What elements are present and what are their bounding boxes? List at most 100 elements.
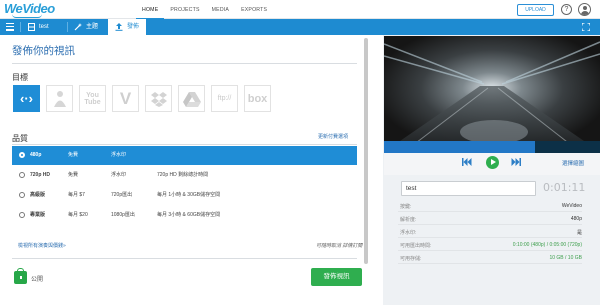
quality-row-480p[interactable]: 480p 免費 浮水印 — [12, 146, 357, 165]
title-divider — [12, 63, 357, 64]
project-name-item[interactable]: test — [28, 19, 49, 35]
info-label: 可用匯出時間: — [400, 243, 432, 249]
help-icon[interactable]: ? — [561, 4, 572, 15]
toolbar-separator — [67, 22, 68, 32]
quality-row-720p[interactable]: 720p HD 免費 浮水印 720p HD 剩餘總計時間 — [12, 166, 357, 185]
quality-name: 720p HD — [30, 172, 51, 178]
destination-title: 目標 — [12, 73, 28, 82]
playback-progress-fill — [384, 141, 536, 153]
upload-button[interactable]: UPLOAD — [517, 4, 554, 16]
person-icon — [53, 90, 66, 107]
info-value: 0:10:00 (480p) / 0:05:00 (720p) — [512, 242, 582, 248]
info-label: 可用存儲: — [400, 256, 422, 262]
destination-person[interactable] — [46, 85, 73, 112]
destination-youtube[interactable]: You Tube — [79, 85, 106, 112]
info-row-storage: 可用存儲: 10 GB / 10 GB — [398, 251, 582, 264]
box-icon: box — [247, 92, 268, 105]
lock-icon[interactable] — [14, 268, 27, 284]
quality-row-premium[interactable]: 高級版 每月 $7 720p匯出 每月 1小時 & 30GB儲存空間 — [12, 186, 357, 205]
google-drive-icon — [182, 91, 201, 107]
theme-label: 主題 — [86, 24, 99, 30]
nav-projects[interactable]: PROJECTS — [164, 0, 205, 19]
quality-feature: 浮水印 — [111, 172, 127, 178]
quality-feature: 720p匯出 — [111, 192, 133, 198]
info-value: WeVideo — [561, 203, 582, 209]
youtube-icon: You Tube — [84, 91, 101, 106]
wevideo-icon: ‹·› — [20, 91, 33, 106]
video-title-input[interactable]: test — [401, 181, 536, 196]
video-duration: 0:01:11 — [543, 181, 586, 194]
main-nav: HOME PROJECTS MEDIA EXPORTS — [136, 0, 273, 19]
quality-divider — [12, 144, 357, 145]
destination-box[interactable]: box — [244, 85, 271, 112]
destination-vimeo[interactable]: V — [112, 85, 139, 112]
quality-radio[interactable] — [19, 172, 25, 178]
ftp-icon: ftp:// — [217, 95, 232, 102]
info-label: 按鍵: — [400, 204, 412, 210]
tab-publish[interactable]: 發佈 — [108, 19, 147, 35]
quality-description: 720p HD 剩餘總計時間 — [157, 172, 209, 178]
info-row-watermark: 浮水印: 是 — [398, 225, 582, 238]
skip-forward-icon[interactable] — [511, 158, 521, 166]
view-all-plans-link[interactable]: 檢視所有演奏與價錢» — [18, 242, 66, 249]
quality-radio[interactable] — [19, 212, 25, 218]
playback-progress-bar[interactable] — [384, 141, 600, 153]
quality-radio-selected[interactable] — [19, 152, 25, 158]
user-avatar-icon[interactable] — [578, 3, 591, 16]
quality-description: 每月 1小時 & 30GB儲存空間 — [157, 192, 221, 198]
page-title: 發佈你的視訊 — [12, 45, 75, 57]
top-nav: WeVideo HOME PROJECTS MEDIA EXPORTS UPLO… — [0, 0, 600, 19]
upload-arrow-icon — [115, 23, 123, 31]
info-value: 10 GB / 10 GB — [549, 255, 582, 261]
quality-price: 免費 — [68, 152, 79, 158]
quality-price: 每月 $7 — [68, 192, 85, 198]
quality-name: 專業版 — [30, 212, 46, 218]
quality-name: 480p — [30, 152, 42, 158]
quality-radio[interactable] — [19, 192, 25, 198]
destination-google-drive[interactable] — [178, 85, 205, 112]
quality-row-pro[interactable]: 專業版 每月 $20 1080p匯出 每月 3小時 & 60GB儲存空間 — [12, 206, 357, 225]
magic-wand-icon — [74, 23, 82, 31]
destination-wevideo[interactable]: ‹·› — [13, 85, 40, 112]
hamburger-menu-icon[interactable] — [6, 23, 14, 31]
info-row-resolution: 解析度: 480p — [398, 212, 582, 225]
editor-toolbar: test 主題 發佈 — [0, 19, 600, 35]
publish-video-button[interactable]: 發佈視訊 — [311, 268, 362, 286]
nav-media[interactable]: MEDIA — [206, 0, 235, 19]
destination-dropbox[interactable] — [145, 85, 172, 112]
project-name: test — [39, 24, 49, 30]
skip-back-icon[interactable] — [462, 158, 472, 166]
publish-panel-scrollbar[interactable] — [364, 38, 368, 264]
bottom-divider — [12, 258, 357, 259]
quality-title: 品質 — [12, 134, 28, 143]
nav-home[interactable]: HOME — [136, 0, 165, 19]
quality-price: 免費 — [68, 172, 79, 178]
info-value: 是 — [576, 230, 582, 236]
info-value: 480p — [570, 216, 582, 222]
info-label: 浮水印: — [400, 230, 417, 236]
quality-name: 高級版 — [30, 192, 46, 198]
publish-tab-label: 發佈 — [127, 24, 140, 30]
vimeo-icon: V — [119, 88, 132, 108]
nav-exports[interactable]: EXPORTS — [235, 0, 273, 19]
fullscreen-icon[interactable] — [582, 23, 590, 31]
play-button[interactable] — [486, 156, 499, 169]
quality-price: 每月 $20 — [68, 212, 88, 218]
quality-feature: 1080p匯出 — [111, 212, 135, 218]
film-icon — [28, 23, 35, 31]
upgrade-options-link[interactable]: 更新付費選項 — [318, 133, 348, 140]
cancel-anytime-note: 可隨時取消 詳情訂閱 — [316, 243, 363, 249]
destination-ftp[interactable]: ftp:// — [211, 85, 238, 112]
quality-feature: 浮水印 — [111, 152, 127, 158]
video-frame-image — [384, 36, 600, 152]
choose-thumbnail-link[interactable]: 選擇縮圖 — [562, 159, 584, 167]
visibility-label: 公開 — [31, 277, 44, 283]
info-label: 解析度: — [400, 217, 417, 223]
dropbox-icon — [150, 91, 167, 107]
wevideo-logo[interactable]: WeVideo — [4, 1, 55, 18]
video-preview[interactable] — [384, 36, 600, 152]
info-row-export-time: 可用匯出時間: 0:10:00 (480p) / 0:05:00 (720p) — [398, 238, 582, 251]
logo-smile — [12, 14, 42, 18]
toolbar-separator — [20, 22, 21, 32]
theme-item[interactable]: 主題 — [74, 19, 98, 35]
